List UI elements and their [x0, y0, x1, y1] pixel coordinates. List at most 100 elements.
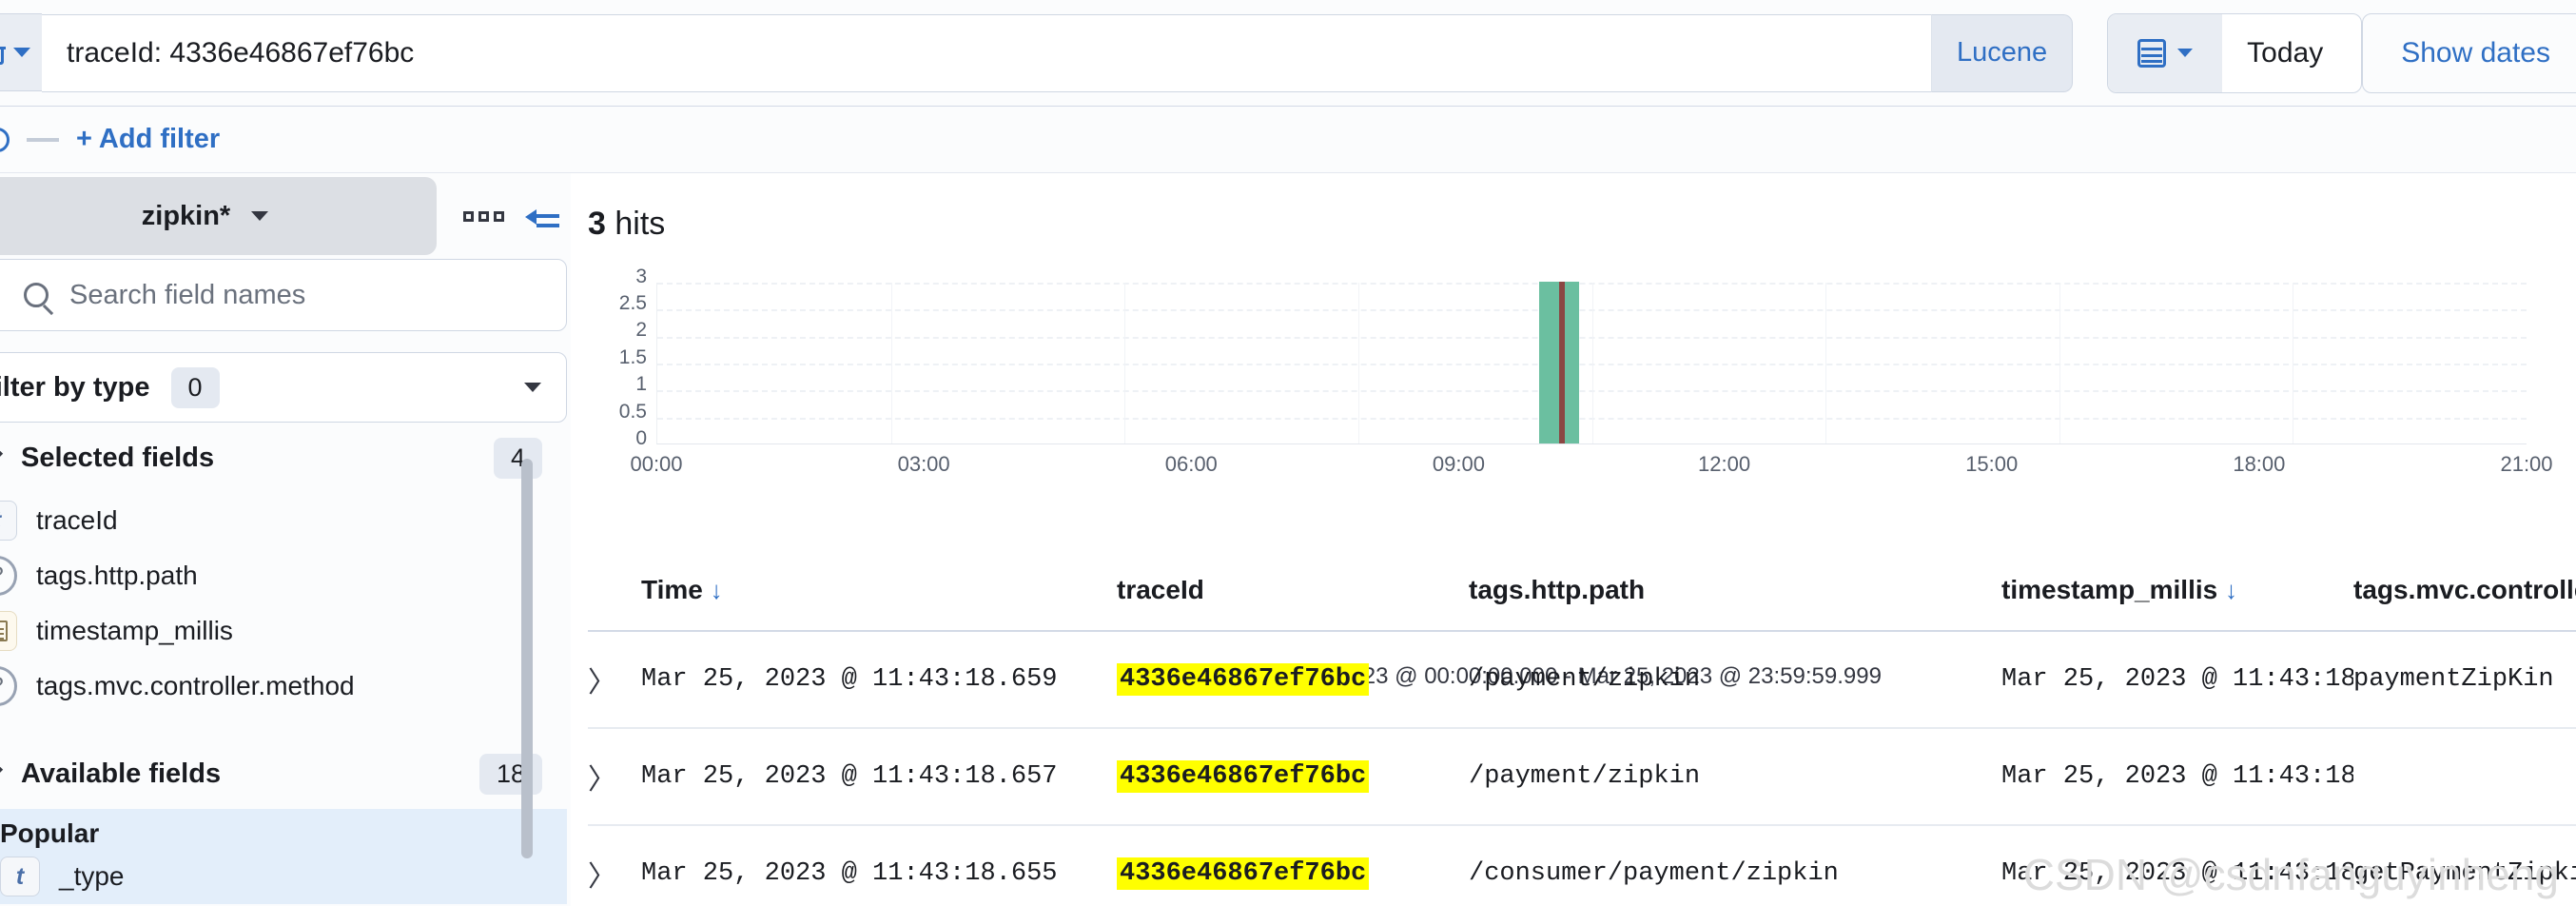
- query-input[interactable]: traceId: 4336e46867ef76bc: [42, 13, 1931, 92]
- chevron-down-icon: [524, 383, 541, 392]
- cell-time: Mar 25, 2023 @ 11:43:18.657: [641, 728, 1117, 826]
- query-language-button[interactable]: Lucene: [1931, 13, 2074, 92]
- cell-timestamp-millis: Mar 25, 2023 @ 11:43:18.657: [2001, 728, 2353, 826]
- field-name: timestamp_millis: [36, 616, 233, 645]
- search-field-names-placeholder: Search field names: [69, 279, 306, 310]
- discover-main-panel: 3 hits 3 2.5 2 1.5 1 0.5 0 00:00 03:00 0…: [571, 173, 2576, 906]
- x-tick: 18:00: [2233, 452, 2286, 476]
- available-fields-header[interactable]: Available fields 18: [0, 739, 567, 809]
- sidebar-field-_type[interactable]: t _type: [0, 849, 567, 904]
- cell-controller-method: [2353, 728, 2576, 826]
- field-sidebar: zipkin* Search field names Filter by typ…: [0, 173, 571, 906]
- cell-time: Mar 25, 2023 @ 11:43:18.655: [641, 825, 1117, 906]
- column-label: tags.http.path: [1469, 575, 1646, 604]
- expand-row-button[interactable]: 〉: [588, 825, 641, 906]
- available-fields-label: Available fields: [21, 758, 222, 789]
- popular-label: Popular: [0, 818, 100, 848]
- query-bar: traceId: 4336e46867ef76bc Lucene Today S…: [0, 0, 2576, 107]
- column-header-tags-http-path[interactable]: tags.http.path: [1469, 550, 2001, 632]
- field-type-string-icon: t: [0, 857, 40, 896]
- table-header-row: Time ↓ traceId tags.http.path timestamp_…: [588, 550, 2576, 632]
- date-picker: Today: [2107, 12, 2363, 93]
- sidebar-field-timestamp-millis[interactable]: timestamp_millis: [0, 603, 571, 659]
- y-tick: 3: [635, 266, 647, 287]
- x-axis: 00:00 03:00 06:00 09:00 12:00 15:00 18:0…: [630, 452, 2552, 484]
- cell-http-path: /consumer/payment/zipkin: [1469, 825, 2001, 906]
- histogram-bar[interactable]: [1539, 282, 1580, 443]
- x-tick: 15:00: [1965, 452, 2019, 476]
- sidebar-field-tags-mvc-controller-method[interactable]: ? tags.mvc.controller.method: [0, 659, 571, 714]
- date-range-display[interactable]: Today: [2222, 14, 2361, 92]
- search-icon: [24, 283, 49, 307]
- cell-timestamp-millis: Mar 25, 2023 @ 11:43:18.659: [2001, 631, 2353, 729]
- sort-arrow-icon[interactable]: ↓: [2225, 576, 2237, 604]
- popular-fields-section: Popular t _type: [0, 809, 567, 904]
- field-type-unknown-icon: ?: [0, 556, 17, 596]
- search-field-names-input[interactable]: Search field names: [0, 259, 567, 331]
- highlighted-match: 4336e46867ef76bc: [1117, 857, 1370, 890]
- filter-by-type-button[interactable]: Filter by type 0: [0, 352, 567, 423]
- kibana-discover-page: traceId: 4336e46867ef76bc Lucene Today S…: [0, 0, 2576, 906]
- column-header-traceid[interactable]: traceId: [1117, 550, 1469, 632]
- index-pattern-row: zipkin*: [0, 173, 571, 259]
- vertical-gridline: [1124, 283, 1126, 443]
- x-tick: 06:00: [1164, 452, 1218, 476]
- x-tick: 09:00: [1432, 452, 1485, 476]
- highlighted-match: 4336e46867ef76bc: [1117, 760, 1370, 793]
- selected-fields-header[interactable]: Selected fields 4: [0, 423, 567, 493]
- column-label: Time: [641, 575, 703, 604]
- y-tick: 2: [635, 319, 647, 341]
- vertical-gridline: [1357, 283, 1359, 443]
- column-header-timestamp-millis[interactable]: timestamp_millis ↓: [2001, 550, 2353, 632]
- cell-traceid: 4336e46867ef76bc: [1117, 631, 1469, 729]
- filter-status-icon: [0, 127, 10, 152]
- table-row[interactable]: 〉 Mar 25, 2023 @ 11:43:18.659 4336e46867…: [588, 631, 2576, 729]
- check-icon: [0, 759, 4, 788]
- chevron-down-icon: [13, 47, 30, 57]
- saved-query-button[interactable]: [0, 12, 42, 91]
- chevron-right-icon: 〉: [588, 764, 616, 796]
- table-row[interactable]: 〉 Mar 25, 2023 @ 11:43:18.657 4336e46867…: [588, 728, 2576, 826]
- sidebar-field-traceid[interactable]: t traceId: [0, 493, 571, 548]
- check-icon: [0, 443, 4, 472]
- column-label: timestamp_millis: [2001, 575, 2218, 604]
- field-name: tags.mvc.controller.method: [36, 671, 355, 700]
- cell-time: Mar 25, 2023 @ 11:43:18.659: [641, 631, 1117, 729]
- highlighted-match: 4336e46867ef76bc: [1117, 663, 1370, 696]
- sidebar-field-tags-http-path[interactable]: ? tags.http.path: [0, 548, 571, 603]
- column-label: tags.mvc.controller.me: [2353, 575, 2576, 604]
- column-header-tags-mvc-controller-method[interactable]: tags.mvc.controller.me: [2353, 550, 2576, 632]
- vertical-gridline: [2059, 283, 2060, 443]
- column-label: traceId: [1117, 575, 1204, 604]
- selected-fields-label: Selected fields: [21, 442, 215, 473]
- vertical-gridline: [1825, 283, 1827, 443]
- plot-area: [656, 282, 2527, 444]
- expand-row-button[interactable]: 〉: [588, 728, 641, 826]
- cell-traceid: 4336e46867ef76bc: [1117, 825, 1469, 906]
- selected-fields-count: 4: [493, 437, 542, 479]
- sidebar-scrollbar[interactable]: [521, 459, 533, 858]
- filter-bar: + Add filter: [0, 107, 2576, 173]
- y-tick: 1.5: [618, 346, 647, 368]
- field-type-unknown-icon: ?: [0, 666, 17, 706]
- expand-row-button[interactable]: 〉: [588, 631, 641, 729]
- vertical-gridline: [890, 283, 892, 443]
- hits-label: hits: [615, 206, 666, 242]
- grid-icon[interactable]: [463, 210, 504, 222]
- show-dates-button[interactable]: Show dates: [2362, 12, 2576, 93]
- cell-traceid: 4336e46867ef76bc: [1117, 728, 1469, 826]
- field-name: _type: [59, 861, 125, 891]
- collapse-sidebar-icon[interactable]: [525, 204, 559, 228]
- column-header-time[interactable]: Time ↓: [641, 550, 1117, 632]
- chevron-down-icon: [2177, 49, 2194, 57]
- date-quick-select-button[interactable]: [2108, 13, 2223, 92]
- add-filter-button[interactable]: + Add filter: [76, 124, 220, 155]
- chevron-down-icon: [251, 211, 269, 221]
- cell-controller-method: paymentZipKin: [2353, 631, 2576, 729]
- show-dates-label: Show dates: [2401, 36, 2550, 69]
- sort-arrow-icon[interactable]: ↓: [711, 576, 723, 604]
- divider: [27, 137, 59, 142]
- y-tick: 0.5: [618, 401, 647, 423]
- index-pattern-selector[interactable]: zipkin*: [0, 177, 437, 255]
- x-tick: 03:00: [897, 452, 950, 476]
